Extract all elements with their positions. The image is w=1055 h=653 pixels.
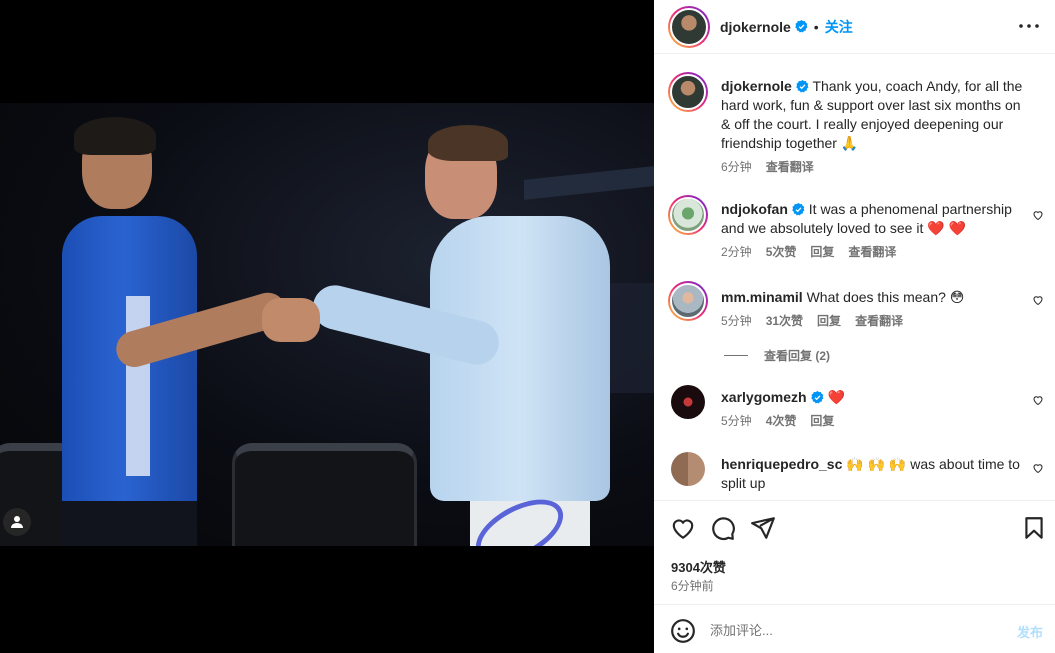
comment-likes[interactable]: 4次赞 [766, 414, 797, 428]
share-icon[interactable] [750, 515, 776, 541]
post-photo [0, 103, 654, 546]
translate-link[interactable]: 查看翻译 [766, 160, 814, 174]
follow-button[interactable]: 关注 [825, 17, 853, 37]
heart-icon[interactable] [670, 515, 696, 541]
comment-text: ❤️ [827, 389, 845, 405]
comment-time: 5分钟 [721, 414, 752, 428]
comment-text: What does this mean? 😳 [806, 289, 965, 305]
post-actions: 9304次赞 6分钟前 [654, 500, 1055, 604]
post-panel: djokernole • 关注 djokernole Thank you, co… [654, 0, 1055, 653]
separator-dot: • [813, 18, 819, 35]
post-media [0, 0, 654, 653]
avatar[interactable] [668, 281, 708, 321]
avatar[interactable] [668, 195, 708, 235]
view-replies-button[interactable]: 查看回复 (2) [724, 347, 830, 364]
avatar[interactable] [668, 5, 710, 48]
person-right [300, 125, 630, 546]
comment-username[interactable]: ndjokofan [721, 201, 788, 217]
heart-icon[interactable] [1032, 294, 1044, 306]
translate-link[interactable]: 查看翻译 [848, 245, 896, 259]
verified-badge-icon [796, 80, 809, 93]
heart-icon[interactable] [1032, 462, 1044, 474]
divider [724, 355, 748, 356]
heart-icon[interactable] [1032, 394, 1044, 406]
avatar[interactable] [671, 452, 705, 486]
user-tag-icon[interactable] [3, 508, 31, 536]
comment-time: 5分钟 [721, 314, 752, 328]
comment-username[interactable]: mm.minamil [721, 289, 803, 305]
comment-username[interactable]: xarlygomezh [721, 389, 807, 405]
post-time: 6分钟前 [671, 579, 714, 593]
more-icon[interactable] [1017, 14, 1041, 38]
add-comment-bar: 发布 [654, 604, 1055, 653]
comment-time: 2分钟 [721, 245, 752, 259]
handshake [262, 298, 320, 342]
comments-list: djokernole Thank you, coach Andy, for al… [654, 55, 1055, 500]
heart-icon[interactable] [1032, 209, 1044, 221]
reply-button[interactable]: 回复 [810, 245, 834, 259]
reply-button[interactable]: 回复 [817, 314, 841, 328]
comment-icon[interactable] [710, 515, 736, 541]
view-replies-label: 查看回复 (2) [764, 349, 831, 363]
post-comment-button[interactable]: 发布 [1017, 622, 1043, 641]
avatar[interactable] [668, 72, 708, 112]
post-username[interactable]: djokernole [720, 19, 791, 35]
reply-button[interactable]: 回复 [810, 414, 834, 428]
verified-badge-icon [792, 203, 805, 216]
likes-count[interactable]: 9304次赞 [671, 557, 726, 576]
comment-likes[interactable]: 5次赞 [766, 245, 797, 259]
verified-badge-icon [810, 391, 824, 404]
bookmark-icon[interactable] [1021, 515, 1047, 541]
caption-time: 6分钟 [721, 160, 752, 174]
caption-username[interactable]: djokernole [721, 78, 792, 94]
comment-username[interactable]: henriquepedro_sc [721, 456, 842, 472]
comment-likes[interactable]: 31次赞 [766, 314, 803, 328]
verified-badge-icon [795, 20, 808, 33]
comment-input[interactable] [710, 620, 990, 640]
emoji-icon[interactable] [670, 618, 696, 644]
translate-link[interactable]: 查看翻译 [855, 314, 903, 328]
post-header: djokernole • 关注 [654, 0, 1055, 54]
avatar[interactable] [671, 385, 705, 419]
